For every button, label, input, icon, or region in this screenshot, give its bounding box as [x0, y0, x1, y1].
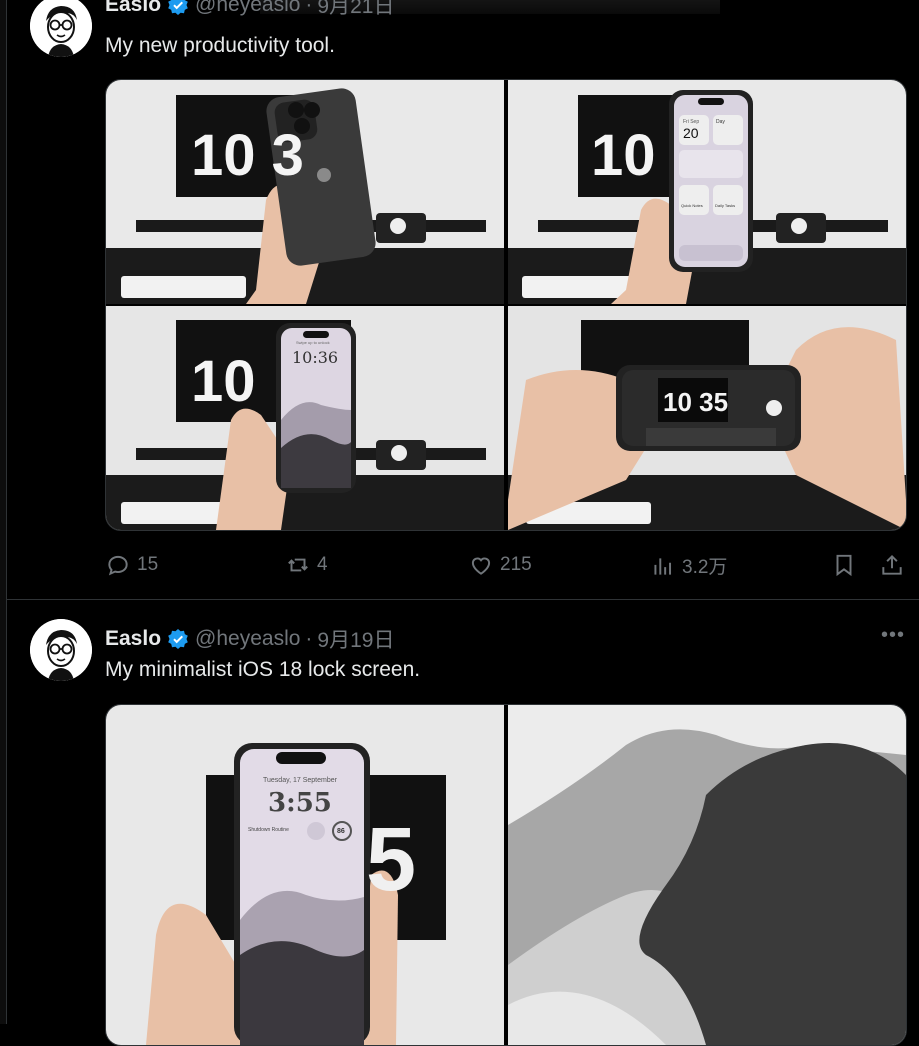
tweet-text: My new productivity tool.	[105, 34, 335, 57]
media-grid: 10 3 10 Fri Sep 20 Day Quick Notes Daily…	[105, 79, 907, 531]
display-name[interactable]: Easlo	[105, 627, 161, 651]
repost-count: 4	[317, 554, 328, 575]
repost-button[interactable]: 4	[285, 552, 328, 578]
verified-badge-icon	[167, 0, 189, 16]
tweet-text: My minimalist iOS 18 lock screen.	[105, 658, 421, 681]
phone2-widget-notes: Quick Notes	[681, 203, 703, 208]
separator-dot: ·	[305, 627, 313, 650]
avatar-illustration-icon	[30, 0, 92, 57]
view-count: 3.2万	[682, 557, 728, 578]
like-count: 215	[500, 554, 532, 575]
photo2-clock-text: 10	[591, 123, 656, 188]
like-button[interactable]: 215	[468, 552, 532, 578]
display-name[interactable]: Easlo	[105, 0, 161, 17]
reply-icon	[108, 555, 128, 576]
bg-clock-digit: 5	[366, 810, 416, 910]
avatar[interactable]	[30, 619, 92, 681]
phone2-widget-tasks: Daily Tasks	[715, 203, 735, 208]
photo1-clock-text: 10 3	[191, 123, 304, 188]
phone4-clock-text: 10 35	[663, 387, 728, 417]
tweet-divider	[6, 599, 919, 600]
user-handle[interactable]: @heyeaslo	[195, 0, 300, 17]
phone3-time: 10:36	[292, 348, 338, 367]
media-grid: 5 Tuesday, 17 September 3:55 Shutdown Ro…	[105, 704, 907, 1046]
avatar-illustration-icon	[30, 619, 92, 681]
share-button[interactable]	[879, 552, 911, 578]
more-options-icon[interactable]: •••	[881, 624, 905, 647]
tweet-actions: 15 4 215 3.2万	[105, 548, 905, 584]
lock-ring-value: 86	[337, 828, 345, 835]
tweet-header: Easlo @heyeaslo · 9月21日	[105, 0, 394, 20]
media-grid-art: 5 Tuesday, 17 September 3:55 Shutdown Ro…	[106, 705, 906, 1045]
photo3-clock-text: 10	[191, 349, 256, 414]
reply-count: 15	[137, 554, 159, 575]
user-handle[interactable]: @heyeaslo	[195, 627, 300, 651]
tweet-date[interactable]: 9月19日	[317, 624, 394, 654]
tweet-header: Easlo @heyeaslo · 9月19日	[105, 624, 394, 654]
tweet-date[interactable]: 9月21日	[317, 0, 394, 20]
reply-button[interactable]: 15	[105, 552, 158, 578]
views-button[interactable]: 3.2万	[650, 552, 727, 579]
analytics-icon	[654, 557, 672, 575]
lock-date: Tuesday, 17 September	[263, 777, 338, 784]
separator-dot: ·	[305, 0, 313, 16]
verified-badge-icon	[167, 628, 189, 650]
repost-icon	[288, 558, 308, 572]
lock-time: 3:55	[268, 788, 332, 818]
bookmark-button[interactable]	[831, 552, 863, 578]
bookmark-icon	[836, 554, 852, 577]
avatar[interactable]	[30, 0, 92, 57]
timeline-border	[6, 0, 7, 1024]
share-icon	[882, 554, 902, 575]
phone2-date: 20	[683, 125, 699, 141]
phone3-lock-hint: Swipe up to unlock	[296, 340, 330, 345]
phone2-day: Day	[716, 119, 725, 125]
media-grid-art: 10 3 10 Fri Sep 20 Day Quick Notes Daily…	[106, 80, 906, 530]
heart-icon	[471, 557, 491, 575]
lock-widget-title: Shutdown Routine	[248, 827, 289, 833]
